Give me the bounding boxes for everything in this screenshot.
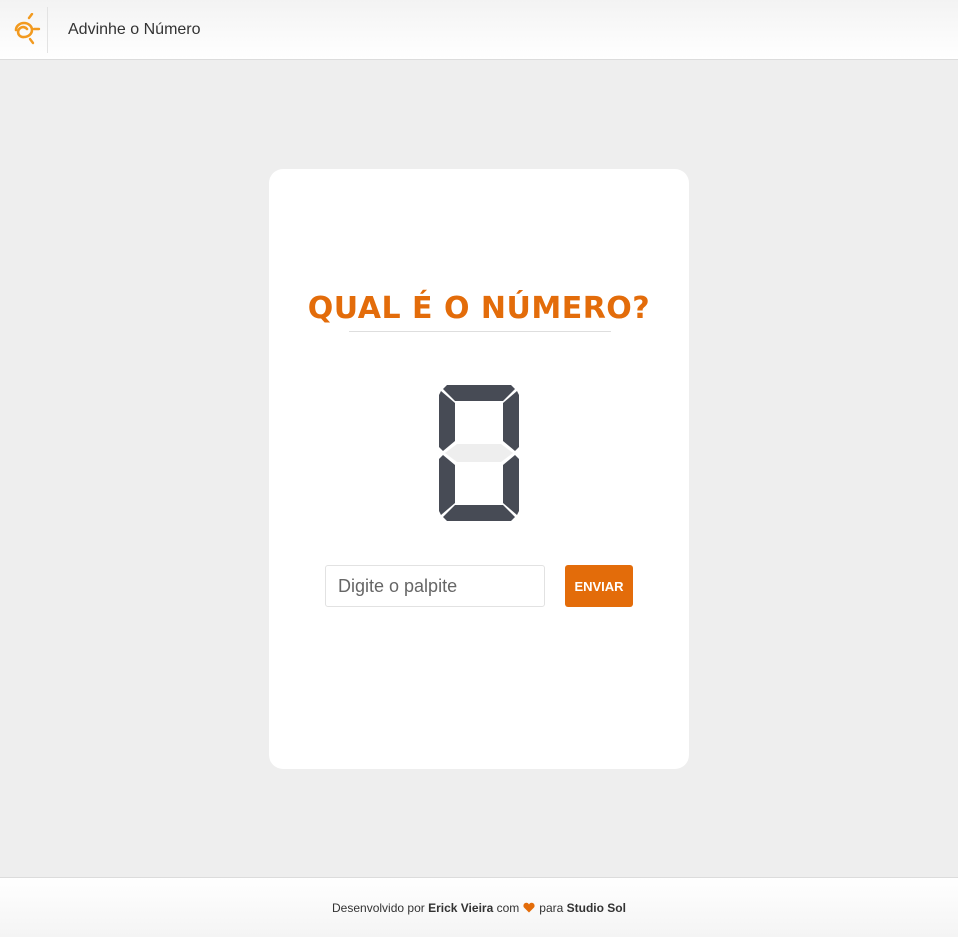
game-card: QUAL É O NÚMERO? ENVIAR: [269, 169, 689, 769]
app-header: Advinhe o Número: [0, 0, 958, 60]
guess-form: ENVIAR: [325, 565, 633, 607]
send-button[interactable]: ENVIAR: [565, 565, 633, 607]
logo[interactable]: [0, 6, 48, 53]
footer-for: para: [539, 900, 564, 915]
segment-f: [439, 391, 455, 451]
segment-a: [443, 385, 515, 401]
footer: Desenvolvido por Erick Vieira com para S…: [0, 877, 958, 937]
guess-input[interactable]: [325, 565, 545, 607]
app-title: Advinhe o Número: [68, 20, 201, 38]
segment-b: [503, 391, 519, 451]
question-title: QUAL É O NÚMERO?: [307, 291, 651, 326]
title-divider: [349, 331, 611, 332]
footer-company: Studio Sol: [566, 900, 626, 915]
studio-sol-sun-icon: [14, 12, 40, 44]
footer-author: Erick Vieira: [428, 900, 494, 915]
footer-middle: com: [496, 900, 520, 915]
segment-c: [503, 455, 519, 515]
segment-g: [445, 444, 513, 462]
seven-segment-display: [439, 385, 519, 521]
footer-prefix: Desenvolvido por: [332, 900, 425, 915]
segment-e: [439, 455, 455, 515]
segment-d: [443, 505, 515, 521]
heart-icon: [523, 902, 535, 913]
